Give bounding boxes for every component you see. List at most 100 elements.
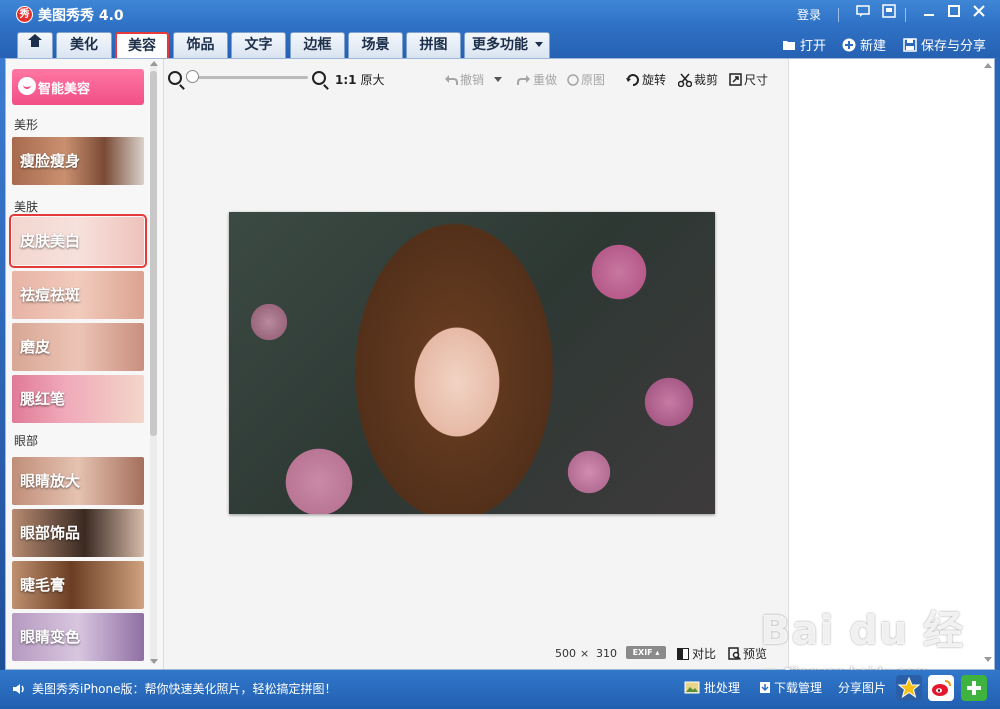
status-message[interactable]: 美图秀秀iPhone版：帮你快速美化照片，轻松搞定拼图！ bbox=[32, 680, 337, 697]
compare-button[interactable]: 对比 bbox=[677, 645, 716, 662]
home-icon bbox=[28, 34, 42, 51]
tab-beautify[interactable]: 美化 bbox=[56, 32, 112, 58]
skin-icon[interactable] bbox=[878, 4, 900, 24]
star-icon bbox=[897, 676, 921, 699]
save-icon bbox=[903, 37, 917, 52]
maximize-icon[interactable] bbox=[943, 4, 965, 24]
sidebar-item-slim[interactable]: 瘦脸瘦身 bbox=[12, 137, 144, 185]
main-panel: 智能美容 美形 瘦脸瘦身 美肤 皮肤美白 祛痘祛斑 磨皮 腮红笔 眼部 眼睛放大… bbox=[5, 58, 995, 670]
zoom-in-button[interactable] bbox=[312, 71, 326, 85]
section-skin: 美肤 bbox=[14, 200, 39, 214]
share-image-label: 分享图片 bbox=[838, 681, 887, 695]
sidebar-item-acne[interactable]: 祛痘祛斑 bbox=[12, 271, 144, 319]
original-button[interactable]: 原图 bbox=[567, 71, 605, 88]
app-title: 美图秀秀 4.0 bbox=[38, 8, 124, 24]
open-button[interactable]: 打开 bbox=[782, 35, 826, 54]
tab-text[interactable]: 文字 bbox=[231, 32, 286, 58]
original-size-label: 原大 bbox=[360, 73, 385, 87]
title-separator bbox=[905, 8, 906, 22]
sidebar-item-eye-decor[interactable]: 眼部饰品 bbox=[12, 509, 144, 557]
image-times: × bbox=[580, 647, 590, 660]
download-icon bbox=[760, 682, 770, 693]
zoom-in-icon bbox=[312, 71, 326, 85]
resize-icon bbox=[729, 73, 742, 86]
section-shape: 美形 bbox=[14, 118, 39, 132]
undo-button[interactable]: 撤销 bbox=[444, 71, 503, 88]
new-button[interactable]: 新建 bbox=[842, 35, 886, 54]
open-label: 打开 bbox=[800, 39, 827, 54]
plus-icon bbox=[967, 681, 981, 695]
download-manager-button[interactable]: 下载管理 bbox=[759, 679, 822, 696]
ratio-label: 1:1 bbox=[335, 72, 357, 87]
image-height: 310 bbox=[596, 647, 617, 660]
tab-home[interactable] bbox=[17, 32, 53, 58]
zoom-slider-handle[interactable] bbox=[186, 70, 199, 83]
tab-more[interactable]: 更多功能 bbox=[464, 32, 550, 58]
folder-icon bbox=[783, 40, 795, 50]
sidebar-item-eye-color[interactable]: 眼睛变色 bbox=[12, 613, 144, 661]
star-button[interactable] bbox=[896, 675, 922, 701]
zoom-out-icon bbox=[168, 71, 182, 85]
sidebar-item-smoothing[interactable]: 磨皮 bbox=[12, 323, 144, 371]
crop-label: 裁剪 bbox=[694, 73, 719, 87]
sidebar-scroll-thumb[interactable] bbox=[150, 71, 157, 436]
right-pane bbox=[788, 59, 994, 669]
tab-decor[interactable]: 饰品 bbox=[173, 32, 228, 58]
save-share-button[interactable]: 保存与分享 bbox=[903, 35, 986, 54]
zoom-out-button[interactable] bbox=[168, 71, 182, 85]
download-manager-label: 下载管理 bbox=[774, 681, 823, 695]
title-bar: 秀 美图秀秀 4.0 登录 bbox=[0, 0, 1000, 30]
weibo-button[interactable] bbox=[928, 675, 954, 701]
rotate-label: 旋转 bbox=[642, 73, 667, 87]
size-label: 尺寸 bbox=[744, 73, 769, 87]
compare-icon bbox=[677, 647, 689, 660]
share-image-button[interactable]: 分享图片 bbox=[838, 679, 886, 696]
smart-beauty-label: 智能美容 bbox=[38, 81, 91, 97]
sidebar-item-mascara[interactable]: 睫毛膏 bbox=[12, 561, 144, 609]
exif-badge[interactable]: EXIF ▴ bbox=[626, 646, 666, 659]
plus-circle-icon bbox=[842, 38, 856, 51]
login-link[interactable]: 登录 bbox=[797, 6, 821, 23]
title-separator bbox=[838, 8, 839, 22]
app-logo-icon: 秀 bbox=[16, 6, 33, 23]
face-icon bbox=[18, 77, 36, 95]
undo-label: 撤销 bbox=[460, 73, 485, 87]
scissors-icon bbox=[678, 73, 692, 87]
original-icon bbox=[567, 73, 579, 86]
redo-button[interactable]: 重做 bbox=[517, 71, 557, 88]
add-button[interactable] bbox=[961, 675, 987, 701]
tab-scene[interactable]: 场景 bbox=[348, 32, 403, 58]
original-label: 原图 bbox=[581, 73, 606, 87]
status-bar: 美图秀秀iPhone版：帮你快速美化照片，轻松搞定拼图！ 批处理 下载管理 分享… bbox=[0, 670, 1000, 709]
tab-border[interactable]: 边框 bbox=[290, 32, 345, 58]
tab-collage[interactable]: 拼图 bbox=[406, 32, 461, 58]
rotate-button[interactable]: 旋转 bbox=[626, 71, 666, 88]
size-button[interactable]: 尺寸 bbox=[729, 71, 768, 88]
redo-label: 重做 bbox=[533, 73, 558, 87]
sidebar-item-eye-enlarge[interactable]: 眼睛放大 bbox=[12, 457, 144, 505]
minimize-icon[interactable] bbox=[918, 4, 940, 24]
close-icon[interactable] bbox=[968, 4, 990, 24]
sidebar-item-whitening[interactable]: 皮肤美白 bbox=[9, 214, 147, 268]
crop-button[interactable]: 裁剪 bbox=[678, 71, 718, 88]
right-scrollbar[interactable] bbox=[984, 63, 992, 663]
left-sidebar: 智能美容 美形 瘦脸瘦身 美肤 皮肤美白 祛痘祛斑 磨皮 腮红笔 眼部 眼睛放大… bbox=[6, 59, 164, 669]
image-icon bbox=[684, 681, 700, 694]
scroll-up-icon[interactable] bbox=[984, 63, 992, 68]
batch-label: 批处理 bbox=[704, 681, 741, 695]
preview-icon bbox=[728, 647, 741, 660]
compare-label: 对比 bbox=[692, 647, 717, 661]
batch-button[interactable]: 批处理 bbox=[684, 679, 740, 696]
sidebar-item-blush[interactable]: 腮红笔 bbox=[12, 375, 144, 423]
actual-size-button[interactable]: 1:1 原大 bbox=[335, 71, 385, 88]
chat-icon[interactable] bbox=[852, 4, 874, 24]
chevron-down-icon bbox=[494, 76, 503, 82]
canvas-photo[interactable] bbox=[229, 212, 715, 514]
chevron-down-icon bbox=[534, 42, 543, 47]
smart-beauty-button[interactable]: 智能美容 bbox=[12, 69, 144, 105]
zoom-slider[interactable] bbox=[193, 76, 308, 79]
scroll-up-icon[interactable] bbox=[150, 61, 158, 66]
weibo-icon bbox=[932, 680, 951, 696]
tab-beauty[interactable]: 美容 bbox=[115, 32, 169, 58]
scroll-down-icon[interactable] bbox=[150, 659, 158, 664]
